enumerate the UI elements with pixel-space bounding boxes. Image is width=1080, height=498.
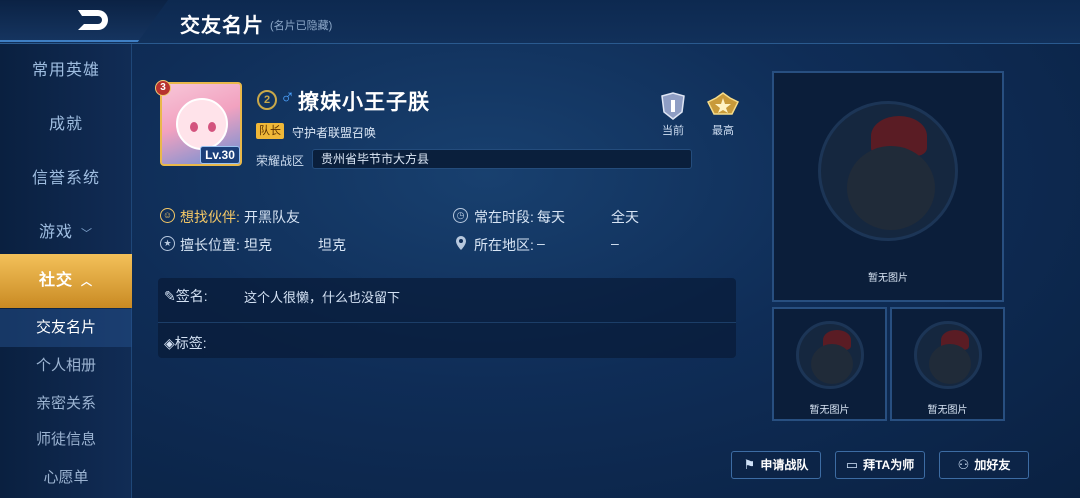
placeholder-head xyxy=(811,344,853,384)
placeholder-image xyxy=(914,321,982,389)
zone-value: 贵州省毕节市大方县 xyxy=(312,149,692,169)
time-value-2: 全天 xyxy=(611,209,639,225)
level-badge: Lv.30 xyxy=(200,146,240,164)
partner-value: 开黑队友 xyxy=(244,209,300,225)
star-icon: ★ xyxy=(160,236,175,251)
region-value: – xyxy=(537,235,545,251)
pen-icon: ✎ xyxy=(164,288,176,304)
photo-slot-3[interactable]: 暂无图片 xyxy=(890,307,1005,421)
sidebar-item-credit[interactable]: 信誉系统 xyxy=(0,152,132,206)
rank-current-icon xyxy=(661,92,685,120)
location-icon xyxy=(456,236,466,250)
subnav-item-album[interactable]: 个人相册 xyxy=(0,347,132,385)
region-value-2: – xyxy=(611,235,619,251)
subnav-item-mentor[interactable]: 师徒信息 xyxy=(0,421,132,459)
rank-best[interactable]: 最高 xyxy=(703,92,743,138)
position-value-2: 坦克 xyxy=(318,237,346,253)
header-bar: 交友名片 (名片已隐藏) xyxy=(0,0,1080,44)
placeholder-head xyxy=(847,146,935,230)
time-value: 每天 xyxy=(537,209,565,225)
back-icon xyxy=(78,10,108,30)
tag-icon: ◈ xyxy=(164,335,175,351)
region-label: 所在地区: xyxy=(474,237,534,253)
sidebar-item-label: 社交 xyxy=(38,272,73,289)
avatar-face xyxy=(176,98,228,150)
clock-icon: ◷ xyxy=(453,208,468,223)
avatar-eye xyxy=(190,122,198,132)
position-label: 擅长位置: xyxy=(180,237,240,253)
add-friend-icon: ⚇ xyxy=(957,457,970,472)
chevron-down-icon: ﹀ xyxy=(81,228,93,240)
guild-name[interactable]: 守护者联盟召唤 xyxy=(292,124,376,141)
sidebar-item-achievements[interactable]: 成就 xyxy=(0,98,132,152)
position-value: 坦克 xyxy=(244,237,272,253)
sidebar-item-label: 游戏 xyxy=(38,224,73,241)
signature-divider xyxy=(158,322,736,323)
photo-slot-main[interactable]: 暂无图片 xyxy=(772,71,1004,302)
sidebar-item-label: 成就 xyxy=(48,116,83,133)
avatar-rank-badge: 3 xyxy=(155,80,171,96)
time-label: 常在时段: xyxy=(474,209,534,225)
tag-label: 标签: xyxy=(174,335,207,351)
back-button[interactable] xyxy=(0,0,168,42)
chevron-up-icon: ︿ xyxy=(81,276,93,288)
sidebar-item-game[interactable]: 游戏 ﹀ xyxy=(0,206,132,260)
add-friend-label: 加好友 xyxy=(974,458,1011,472)
sidebar-item-social[interactable]: 社交 ︿ xyxy=(0,254,132,308)
apprentice-label: 拜TA为师 xyxy=(863,458,915,472)
subnav-item-wishlist[interactable]: 心愿单 xyxy=(0,459,132,497)
signature-label: 签名: xyxy=(175,288,208,304)
no-photo-label: 暂无图片 xyxy=(927,405,968,416)
placeholder-image xyxy=(796,321,864,389)
zone-label: 荣耀战区 xyxy=(256,154,305,168)
no-photo-label: 暂无图片 xyxy=(868,273,908,284)
partner-label: 想找伙伴: xyxy=(180,209,240,225)
rank-best-icon xyxy=(706,92,740,115)
apply-team-label: 申请战队 xyxy=(760,458,809,472)
player-name: 撩妹小王子朕 xyxy=(298,91,430,114)
rank-best-label: 最高 xyxy=(712,125,734,137)
subnav-item-intimacy[interactable]: 亲密关系 xyxy=(0,385,132,423)
no-photo-label: 暂无图片 xyxy=(809,405,850,416)
apply-team-button[interactable]: ⚑ 申请战队 xyxy=(731,451,821,479)
male-icon: ♂ xyxy=(280,86,295,108)
sidebar-item-common-heroes[interactable]: 常用英雄 xyxy=(0,44,132,98)
photo-slot-2[interactable]: 暂无图片 xyxy=(772,307,887,421)
captain-tag: 队长 xyxy=(256,123,284,139)
add-friend-button[interactable]: ⚇ 加好友 xyxy=(939,451,1029,479)
rank-current[interactable]: 当前 xyxy=(653,92,693,138)
team-icon: ⚑ xyxy=(743,457,756,472)
book-icon: ▭ xyxy=(845,457,859,472)
partner-icon: ☺ xyxy=(160,208,175,223)
apprentice-button[interactable]: ▭ 拜TA为师 xyxy=(835,451,925,479)
medal-icon[interactable]: 2 xyxy=(257,90,277,110)
page-title: 交友名片 xyxy=(180,15,264,37)
subnav-item-friend-card[interactable]: 交友名片 xyxy=(0,309,132,347)
placeholder-head xyxy=(929,344,971,384)
page-subtitle: (名片已隐藏) xyxy=(270,20,333,32)
placeholder-image xyxy=(818,101,958,241)
signature-value: 这个人很懒，什么也没留下 xyxy=(244,290,401,305)
avatar-eye xyxy=(208,122,216,132)
signature-label-wrap: ✎签名: xyxy=(164,286,208,306)
sidebar-item-label: 常用英雄 xyxy=(31,62,100,79)
rank-current-label: 当前 xyxy=(662,125,684,137)
sidebar-item-label: 信誉系统 xyxy=(31,170,100,187)
sidebar: 常用英雄 成就 信誉系统 游戏 ﹀ 社交 ︿ 交友名片 个人相册 亲密关系 师徒信息… xyxy=(0,44,132,498)
tag-label-wrap[interactable]: ◈标签: xyxy=(164,333,207,353)
